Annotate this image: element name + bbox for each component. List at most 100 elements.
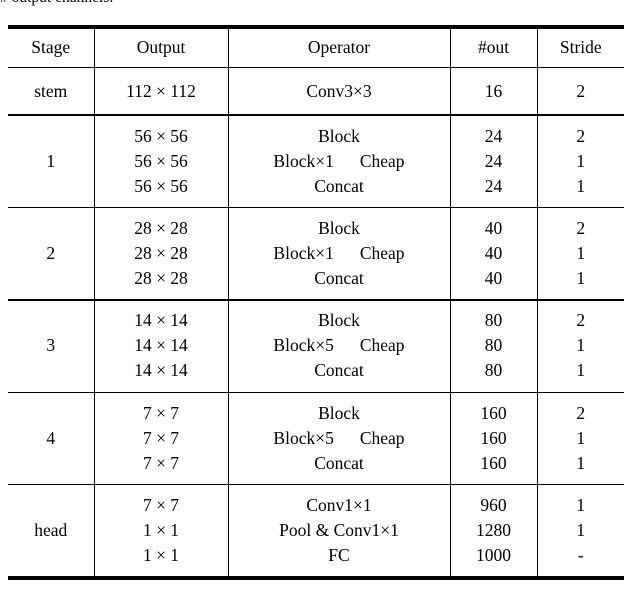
cell-stride: 2 — [536, 400, 624, 426]
cell-nout: 1000 — [449, 543, 537, 569]
cell-operator: Concat — [227, 266, 450, 292]
cell-output: 14 × 14 — [93, 358, 228, 384]
cell-nout: 160 — [449, 425, 537, 451]
cell-nout: 1280 — [449, 518, 537, 544]
table-group-spacer — [8, 568, 624, 577]
cell-nout: 24 — [449, 123, 537, 149]
cell-stage: 1 — [46, 150, 56, 171]
table-header-row: Stage Output Operator #out Stride — [8, 29, 624, 67]
cell-stride: 2 — [536, 308, 624, 334]
cell-operator: Block×1 Cheap — [227, 241, 450, 267]
cell-output: 1 × 1 — [93, 518, 228, 544]
operator-primary: Block×1 — [273, 150, 334, 171]
cell-operator: Concat — [227, 358, 450, 384]
table-row: 56 × 56 Concat 24 1 — [8, 173, 624, 199]
cell-stride: 1 — [536, 266, 624, 292]
table-group-spacer — [8, 115, 624, 124]
table-row: 2 28 × 28 Block 40 2 — [8, 216, 624, 262]
cell-stage: 4 — [46, 427, 56, 448]
table-row: stem 112 × 112 Conv3×3 16 2 — [8, 68, 624, 115]
cell-operator: FC — [227, 543, 450, 569]
cell-operator: Conv3×3 — [227, 68, 450, 115]
operator-secondary: Cheap — [359, 427, 405, 448]
cell-stride: 1 — [536, 518, 624, 544]
cell-nout: 40 — [449, 216, 537, 242]
cell-stage: 3 — [46, 335, 56, 356]
cell-operator: Block — [227, 400, 450, 426]
cell-output: 28 × 28 — [93, 266, 228, 292]
cell-output: 14 × 14 — [93, 333, 228, 359]
cell-stride: - — [536, 543, 624, 569]
cell-stride: 2 — [536, 68, 624, 115]
operator-primary: Block×5 — [273, 335, 334, 356]
architecture-table: Stage Output Operator #out Stride stem 112 × 1… — [8, 25, 624, 581]
cell-nout: 80 — [449, 358, 537, 384]
cell-output: 14 × 14 — [93, 308, 228, 334]
table-group-spacer — [8, 198, 624, 207]
cell-output: 28 × 28 — [93, 216, 228, 242]
cell-nout: 960 — [449, 493, 537, 519]
cell-nout: 40 — [449, 266, 537, 292]
operator-secondary: Cheap — [359, 150, 405, 171]
table-row: 4 7 × 7 Block 160 2 — [8, 400, 624, 446]
table-row: 56 × 56 Block×1 Cheap 24 1 — [8, 148, 624, 174]
table-row: 1 × 1 FC 1000- — [8, 543, 624, 569]
column-header-nout: #out — [449, 29, 537, 67]
cell-stride: 2 — [536, 123, 624, 149]
cell-stage: head — [34, 520, 68, 541]
table-row: 14 × 14 Concat 80 1 — [8, 358, 624, 384]
table-group-spacer — [8, 300, 624, 309]
cell-operator: Block×5 Cheap — [227, 425, 450, 451]
cell-operator: Block — [227, 123, 450, 149]
table-rule-thick — [8, 576, 624, 581]
table-row: head 7 × 7 Conv1×1 960 1 — [8, 493, 624, 539]
table-row: 28 × 28 Block×1 Cheap 40 1 — [8, 241, 624, 267]
table-row: 3 14 × 14 Block 80 2 — [8, 308, 624, 354]
cell-output: 56 × 56 — [93, 148, 228, 174]
cell-stride: 2 — [536, 216, 624, 242]
cell-stride: 1 — [536, 333, 624, 359]
cell-operator: Block — [227, 308, 450, 334]
table-group-spacer — [8, 208, 624, 217]
table-row: 7 × 7 Concat 160 1 — [8, 450, 624, 476]
column-header-stride: Stride — [536, 29, 624, 67]
cell-output: 7 × 7 — [93, 493, 228, 519]
cell-operator: Concat — [227, 173, 450, 199]
cell-stride: 1 — [536, 173, 624, 199]
table-group-spacer — [8, 392, 624, 401]
table-row: 14 × 14 Block×5 Cheap 80 1 — [8, 333, 624, 359]
cell-stride: 1 — [536, 425, 624, 451]
table-group-spacer — [8, 383, 624, 392]
cell-nout: 160 — [449, 450, 537, 476]
cell-operator: Pool & Conv1×1 — [227, 518, 450, 544]
cell-output: 56 × 56 — [93, 173, 228, 199]
table-row: 7 × 7 Block×5 Cheap 160 1 — [8, 425, 624, 451]
cell-stride: 1 — [536, 493, 624, 519]
cell-output: 56 × 56 — [93, 123, 228, 149]
cell-operator: Block×1 Cheap — [227, 148, 450, 174]
cell-output: 7 × 7 — [93, 400, 228, 426]
cell-nout: 24 — [449, 148, 537, 174]
operator-secondary: Cheap — [359, 335, 405, 356]
cell-output: 112 × 112 — [93, 68, 228, 115]
cell-nout: 80 — [449, 333, 537, 359]
cell-operator: Block×5 Cheap — [227, 333, 450, 359]
cell-nout: 16 — [449, 68, 537, 115]
table-group-spacer — [8, 475, 624, 484]
table-row: 1 × 1 Pool & Conv1×1 1280 1 — [8, 518, 624, 544]
cell-operator: Block — [227, 216, 450, 242]
cell-operator: Concat — [227, 450, 450, 476]
cell-stride: 1 — [536, 450, 624, 476]
cell-nout: 160 — [449, 400, 537, 426]
cell-stride: 1 — [536, 358, 624, 384]
cell-stage: stem — [34, 80, 68, 101]
cell-nout: 80 — [449, 308, 537, 334]
column-header-operator: Operator — [227, 29, 450, 67]
architecture-table-container: Stage Output Operator #out Stride stem 112 × 1… — [0, 0, 632, 598]
cell-output: 7 × 7 — [93, 425, 228, 451]
column-header-output: Output — [93, 29, 228, 67]
column-header-stage: Stage — [31, 37, 71, 58]
cell-nout: 24 — [449, 173, 537, 199]
cell-output: 1 × 1 — [93, 543, 228, 569]
table-row: 1 56 × 56 Block 24 2 — [8, 123, 624, 169]
